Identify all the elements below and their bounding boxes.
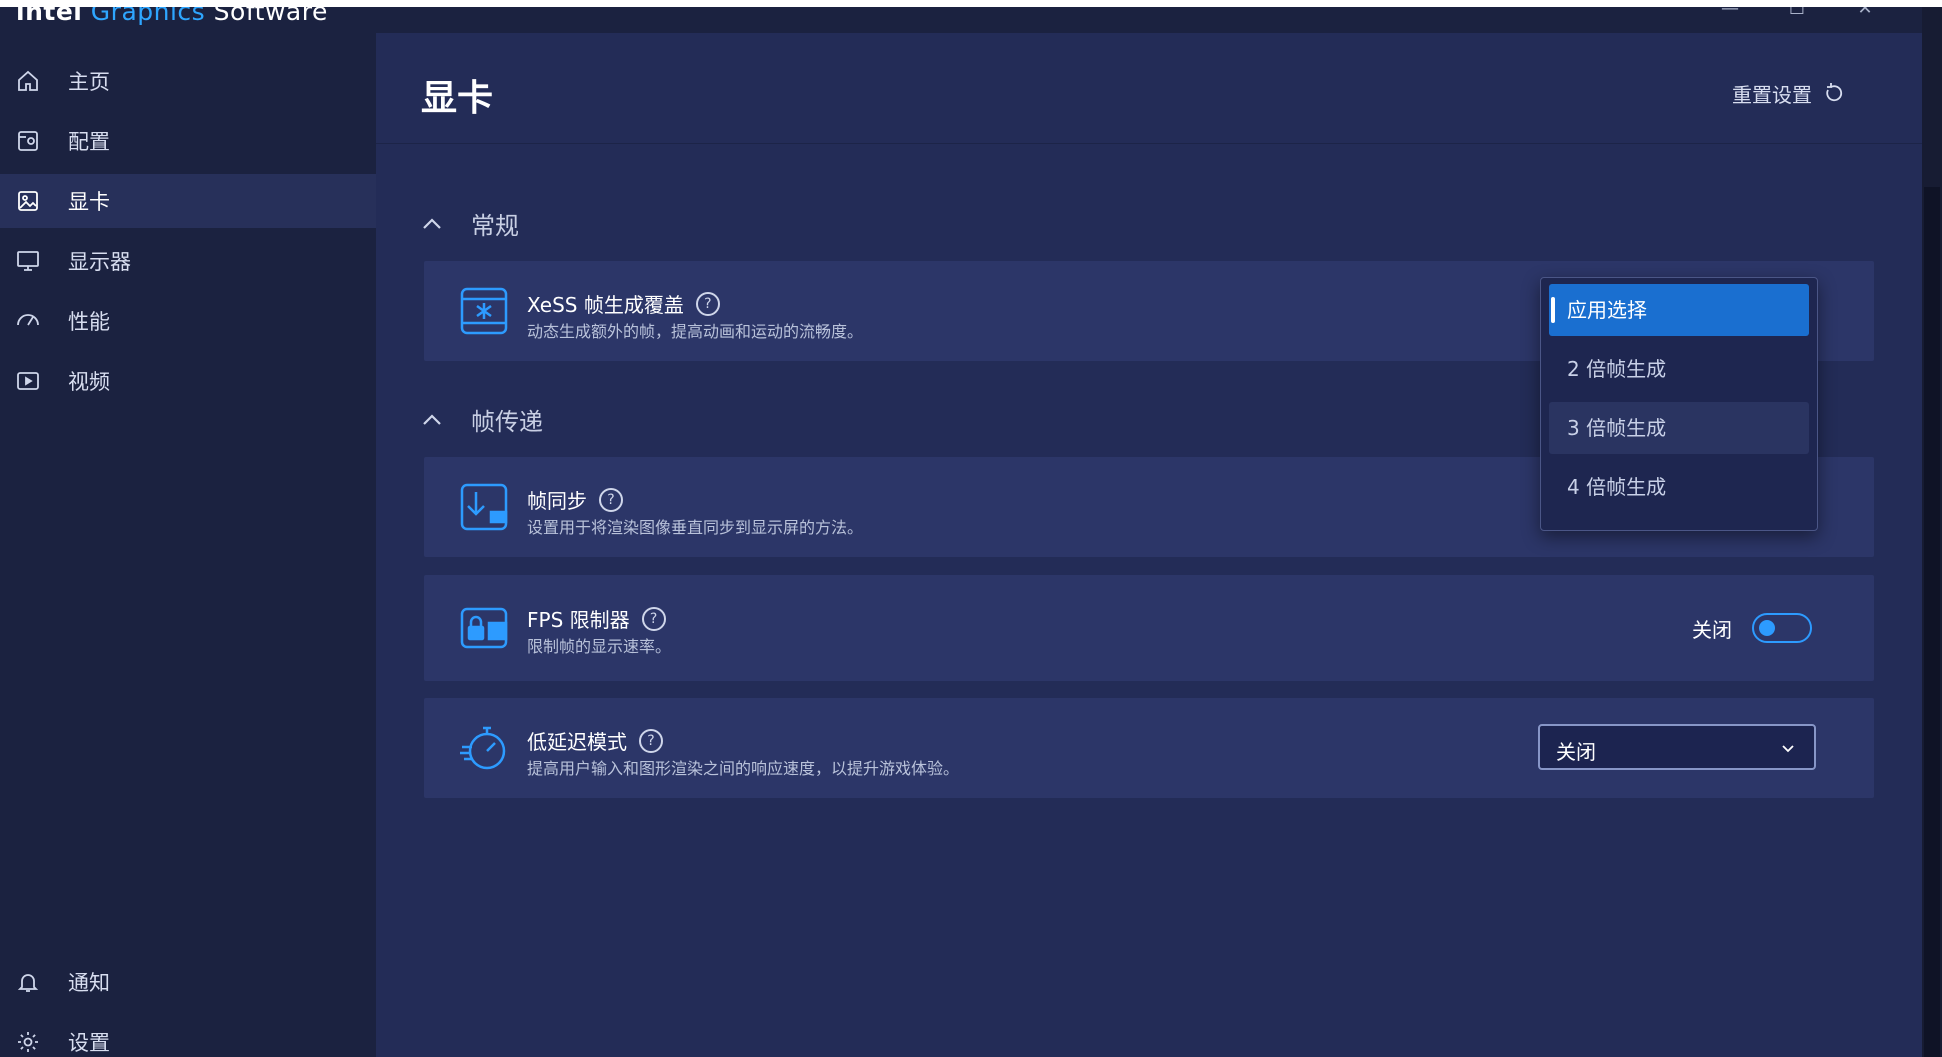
reset-settings-button[interactable]: 重置设置 bbox=[1732, 79, 1846, 108]
fps-limiter-toggle-label: 关闭 bbox=[1692, 617, 1732, 642]
chevron-up-icon bbox=[423, 413, 441, 425]
maximize-button[interactable]: ☐ bbox=[1782, 7, 1812, 23]
sidebar-item-label: 显卡 bbox=[68, 190, 110, 214]
low-latency-title-text: 低延迟模式 bbox=[527, 730, 627, 754]
sidebar-item-label: 设置 bbox=[68, 1031, 110, 1055]
help-icon[interactable]: ? bbox=[599, 487, 623, 512]
sidebar-item-label: 视频 bbox=[68, 370, 110, 394]
brand-software: Software bbox=[213, 7, 328, 26]
fps-limiter-toggle-group: 关闭 bbox=[1692, 613, 1812, 643]
brand-graphics: Graphics bbox=[90, 7, 206, 26]
fps-limiter-toggle[interactable] bbox=[1752, 613, 1812, 643]
section-general-header[interactable]: 常规 bbox=[421, 206, 519, 241]
dropdown-option-app-choice[interactable]: 应用选择 bbox=[1549, 284, 1809, 336]
sidebar-item-graphics[interactable]: 显卡 bbox=[0, 174, 376, 228]
card-description: 动态生成额外的帧，提高动画和运动的流畅度。 bbox=[527, 322, 864, 341]
gear-icon bbox=[18, 1032, 38, 1052]
section-label: 帧传递 bbox=[471, 408, 543, 436]
scrollbar-track[interactable] bbox=[1924, 187, 1940, 1057]
card-title: XeSS 帧生成覆盖 ? bbox=[527, 289, 720, 318]
app-brand: intel Graphics Software bbox=[16, 7, 328, 27]
sidebar-item-label: 性能 bbox=[68, 310, 110, 334]
dropdown-option-4x[interactable]: 4 倍帧生成 bbox=[1549, 461, 1809, 513]
fps-limiter-icon bbox=[460, 607, 508, 649]
sidebar-item-label: 通知 bbox=[68, 971, 110, 995]
app-window: intel Graphics Software — ☐ ✕ 主页 配置 显卡 显… bbox=[0, 7, 1922, 1057]
window-edge bbox=[1922, 7, 1942, 1057]
reset-icon bbox=[1826, 82, 1843, 101]
low-latency-mode-card: 低延迟模式 ? 提高用户输入和图形渲染之间的响应速度，以提升游戏体验。 关闭 bbox=[424, 698, 1874, 798]
card-description: 限制帧的显示速率。 bbox=[527, 637, 672, 656]
section-frame-delivery-header[interactable]: 帧传递 bbox=[421, 402, 543, 437]
bell-icon bbox=[17, 974, 39, 992]
help-icon[interactable]: ? bbox=[641, 606, 666, 631]
dropdown-option-3x[interactable]: 3 倍帧生成 bbox=[1549, 402, 1809, 454]
profile-icon bbox=[18, 131, 38, 151]
card-title: FPS 限制器 ? bbox=[527, 604, 666, 633]
help-icon[interactable]: ? bbox=[639, 728, 663, 753]
sidebar-item-label: 配置 bbox=[68, 130, 110, 154]
sidebar-item-settings[interactable]: 设置 bbox=[0, 1015, 376, 1057]
select-value: 关闭 bbox=[1556, 740, 1596, 764]
toggle-knob bbox=[1759, 620, 1775, 636]
card-description: 设置用于将渲染图像垂直同步到显示屏的方法。 bbox=[527, 518, 864, 537]
sidebar-item-label: 显示器 bbox=[68, 250, 131, 274]
sidebar: 主页 配置 显卡 显示器 性能 视频 通知 设置 bbox=[0, 33, 376, 1057]
sidebar-item-performance[interactable]: 性能 bbox=[0, 294, 376, 348]
sidebar-item-profile[interactable]: 配置 bbox=[0, 114, 376, 168]
performance-gauge-icon bbox=[17, 314, 39, 326]
graphics-icon bbox=[18, 191, 38, 211]
title-bar: intel Graphics Software — ☐ ✕ bbox=[0, 7, 1922, 33]
video-play-icon bbox=[17, 372, 39, 390]
card-title: 帧同步 ? bbox=[527, 485, 623, 514]
xess-frame-generation-dropdown: 应用选择 2 倍帧生成 3 倍帧生成 4 倍帧生成 bbox=[1540, 277, 1818, 531]
xess-title-text: XeSS 帧生成覆盖 bbox=[527, 293, 684, 317]
sidebar-item-home[interactable]: 主页 bbox=[0, 54, 376, 108]
section-label: 常规 bbox=[471, 212, 519, 240]
brand-intel: intel bbox=[16, 7, 83, 26]
home-icon bbox=[18, 70, 38, 91]
dropdown-option-2x[interactable]: 2 倍帧生成 bbox=[1549, 343, 1809, 395]
main-panel: 显卡 重置设置 常规 XeSS 帧生成覆盖 ? 动态生成额外的帧，提高动画和运动… bbox=[376, 33, 1922, 1057]
card-title: 低延迟模式 ? bbox=[527, 726, 663, 755]
low-latency-stopwatch-icon bbox=[460, 726, 506, 770]
sidebar-item-video[interactable]: 视频 bbox=[0, 354, 376, 408]
frame-sync-title-text: 帧同步 bbox=[527, 489, 587, 513]
low-latency-mode-select[interactable]: 关闭 bbox=[1538, 724, 1816, 770]
sidebar-item-notifications[interactable]: 通知 bbox=[0, 955, 376, 1009]
sidebar-item-label: 主页 bbox=[68, 70, 110, 94]
page-title: 显卡 bbox=[421, 78, 494, 119]
frame-sync-icon bbox=[460, 483, 508, 531]
xess-frame-generation-icon bbox=[460, 287, 508, 335]
sidebar-item-display[interactable]: 显示器 bbox=[0, 234, 376, 288]
close-button[interactable]: ✕ bbox=[1850, 7, 1880, 23]
header-divider bbox=[376, 143, 1922, 144]
chevron-up-icon bbox=[423, 217, 441, 229]
help-icon[interactable]: ? bbox=[695, 291, 720, 316]
chevron-down-icon bbox=[1782, 745, 1794, 753]
reset-settings-label: 重置设置 bbox=[1732, 83, 1812, 107]
card-description: 提高用户输入和图形渲染之间的响应速度，以提升游戏体验。 bbox=[527, 759, 960, 778]
fps-limiter-card: FPS 限制器 ? 限制帧的显示速率。 关闭 bbox=[424, 575, 1874, 681]
monitor-icon bbox=[17, 251, 39, 271]
fps-limiter-title-text: FPS 限制器 bbox=[527, 608, 630, 632]
minimize-button[interactable]: — bbox=[1715, 7, 1745, 23]
